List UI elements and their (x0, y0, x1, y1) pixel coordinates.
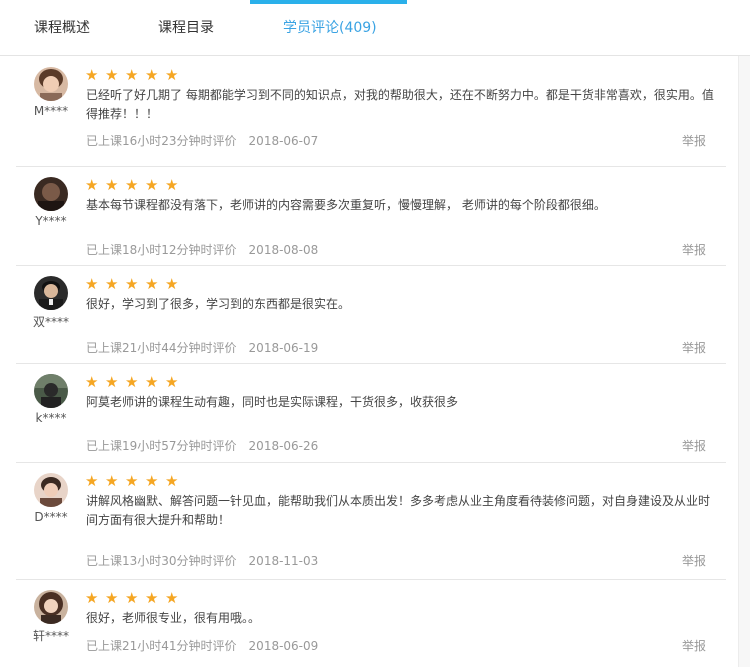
star-icon: ★ (85, 589, 99, 607)
scrollbar[interactable] (738, 56, 750, 667)
review-item: 双**** ★ ★ ★ ★ ★ 很好，学习到了很多，学习到的东西都是很实在。 已上课21… (16, 266, 726, 364)
review-comment: 很好，学习到了很多，学习到的东西都是很实在。 (86, 297, 351, 311)
review-date: 2018-11-03 (248, 554, 319, 568)
star-icon: ★ (125, 589, 139, 607)
report-link[interactable]: 举报 (682, 132, 706, 149)
review-item: 轩**** ★ ★ ★ ★ ★ 很好，老师很专业，很有用哦。。 已上课21小时41分钟时… (16, 580, 726, 670)
avatar (34, 67, 68, 101)
star-icon: ★ (85, 472, 99, 490)
tab-course-overview[interactable]: 课程概述 (34, 17, 90, 37)
active-tab-indicator (250, 0, 407, 4)
star-icon: ★ (145, 472, 159, 490)
review-comment: 阿莫老师讲的课程生动有趣，同时也是实际课程，干货很多，收获很多 (86, 395, 459, 409)
reviewer-name: D**** (34, 510, 68, 524)
review-meta: 已上课19小时57分钟时评价 2018-06-26 (86, 437, 318, 454)
star-icon: ★ (85, 66, 99, 84)
study-time: 已上课16小时23分钟时评价 (86, 134, 237, 148)
report-link[interactable]: 举报 (682, 637, 706, 654)
star-rating: ★ ★ ★ ★ ★ (85, 178, 185, 194)
star-rating: ★ ★ ★ ★ ★ (85, 375, 185, 391)
star-icon: ★ (145, 589, 159, 607)
star-icon: ★ (165, 275, 179, 293)
tab-student-reviews[interactable]: 学员评论(409) (283, 17, 377, 37)
tab-course-catalog[interactable]: 课程目录 (158, 17, 214, 37)
star-icon: ★ (165, 373, 179, 391)
star-icon: ★ (165, 472, 179, 490)
study-time: 已上课13小时30分钟时评价 (86, 554, 237, 568)
star-icon: ★ (145, 66, 159, 84)
star-icon: ★ (125, 66, 139, 84)
review-meta: 已上课13小时30分钟时评价 2018-11-03 (86, 552, 318, 569)
star-icon: ★ (85, 176, 99, 194)
reviewer-name: k**** (35, 411, 67, 425)
review-comment: 很好，老师很专业，很有用哦。。 (86, 611, 261, 625)
avatar (34, 473, 68, 507)
review-meta: 已上课21小时44分钟时评价 2018-06-19 (86, 339, 318, 356)
avatar (34, 177, 68, 211)
star-rating: ★ ★ ★ ★ ★ (85, 68, 185, 84)
review-date: 2018-08-08 (248, 243, 319, 257)
star-icon: ★ (125, 373, 139, 391)
star-icon: ★ (105, 589, 119, 607)
review-comment: 基本每节课程都没有落下，老师讲的内容需要多次重复听，慢慢理解， 老师讲的每个阶段… (86, 198, 606, 212)
review-meta: 已上课18小时12分钟时评价 2018-08-08 (86, 241, 318, 258)
star-icon: ★ (85, 373, 99, 391)
star-icon: ★ (165, 66, 179, 84)
study-time: 已上课19小时57分钟时评价 (86, 439, 237, 453)
star-rating: ★ ★ ★ ★ ★ (85, 277, 185, 293)
avatar (34, 590, 68, 624)
study-time: 已上课21小时41分钟时评价 (86, 639, 237, 653)
study-time: 已上课21小时44分钟时评价 (86, 341, 237, 355)
review-list: M**** ★ ★ ★ ★ ★ 已经听了好几期了 每期都能学习到不同的知识点，对我的帮助… (0, 57, 738, 670)
star-icon: ★ (105, 373, 119, 391)
star-icon: ★ (145, 275, 159, 293)
star-rating: ★ ★ ★ ★ ★ (85, 474, 185, 490)
star-icon: ★ (85, 275, 99, 293)
review-meta: 已上课16小时23分钟时评价 2018-06-07 (86, 132, 318, 149)
course-tab-bar: 课程概述 课程目录 学员评论(409) (0, 0, 750, 56)
star-icon: ★ (125, 275, 139, 293)
reviewer-name: Y**** (35, 214, 67, 228)
review-date: 2018-06-09 (248, 639, 319, 653)
review-comment: 讲解风格幽默、解答问题一针见血，能帮助我们从本质出发！多多考虑从业主角度看待装修… (86, 494, 711, 527)
star-icon: ★ (105, 275, 119, 293)
review-item: D**** ★ ★ ★ ★ ★ 讲解风格幽默、解答问题一针见血，能帮助我们从本质出发！多… (16, 463, 726, 580)
star-icon: ★ (105, 66, 119, 84)
star-icon: ★ (125, 472, 139, 490)
report-link[interactable]: 举报 (682, 552, 706, 569)
avatar (34, 374, 68, 408)
review-date: 2018-06-19 (248, 341, 319, 355)
star-icon: ★ (165, 176, 179, 194)
star-icon: ★ (125, 176, 139, 194)
star-rating: ★ ★ ★ ★ ★ (85, 591, 185, 607)
star-icon: ★ (165, 589, 179, 607)
review-item: M**** ★ ★ ★ ★ ★ 已经听了好几期了 每期都能学习到不同的知识点，对我的帮助… (16, 57, 726, 167)
review-meta: 已上课21小时41分钟时评价 2018-06-09 (86, 637, 318, 654)
star-icon: ★ (105, 176, 119, 194)
report-link[interactable]: 举报 (682, 241, 706, 258)
review-date: 2018-06-07 (248, 134, 319, 148)
report-link[interactable]: 举报 (682, 437, 706, 454)
report-link[interactable]: 举报 (682, 339, 706, 356)
reviewer-name: M**** (33, 104, 69, 118)
reviewer-name: 双**** (32, 315, 69, 329)
star-icon: ★ (105, 472, 119, 490)
study-time: 已上课18小时12分钟时评价 (86, 243, 237, 257)
review-item: Y**** ★ ★ ★ ★ ★ 基本每节课程都没有落下，老师讲的内容需要多次重复听，慢慢… (16, 167, 726, 266)
avatar (34, 276, 68, 310)
review-item: k**** ★ ★ ★ ★ ★ 阿莫老师讲的课程生动有趣，同时也是实际课程，干货很多，收… (16, 364, 726, 463)
review-comment: 已经听了好几期了 每期都能学习到不同的知识点，对我的帮助很大，还在不断努力中。都… (86, 88, 714, 121)
star-icon: ★ (145, 176, 159, 194)
reviewer-name: 轩**** (32, 629, 69, 643)
star-icon: ★ (145, 373, 159, 391)
review-date: 2018-06-26 (248, 439, 319, 453)
